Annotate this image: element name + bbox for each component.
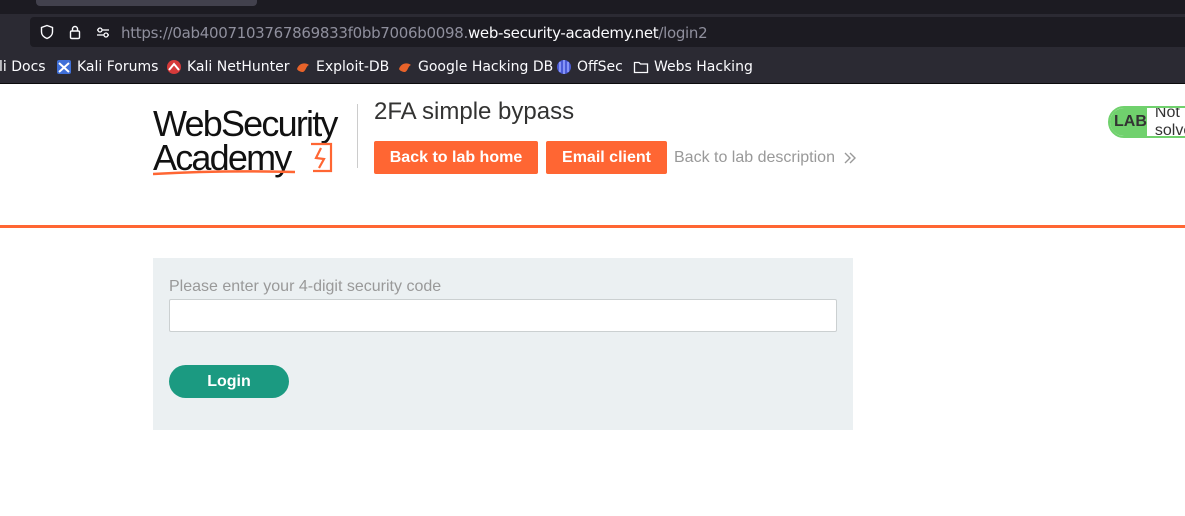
header-rule — [0, 225, 1185, 228]
lab-title: 2FA simple bypass — [374, 98, 575, 125]
back-to-lab-home-button[interactable]: Back to lab home — [374, 141, 538, 174]
bookmark-google-hacking-db[interactable]: Google Hacking DB — [397, 59, 553, 75]
bookmark-label: Webs Hacking — [654, 59, 753, 75]
folder-icon — [633, 61, 649, 74]
bookmark-folder-webs-hacking[interactable]: Webs Hacking — [633, 59, 753, 75]
address-bar[interactable]: https://0ab4007103767869833f0bb7006b0098… — [30, 17, 1185, 47]
bookmark-label: Exploit-DB — [316, 59, 390, 75]
permissions-icon[interactable] — [95, 24, 111, 40]
browser-tab-strip — [0, 0, 1185, 14]
lab-badge-status: Not solved — [1154, 106, 1185, 138]
back-to-lab-description-label: Back to lab description — [674, 149, 835, 166]
bookmarks-toolbar: li Docs Kali Forums Kali NetHunter Explo… — [0, 50, 1185, 84]
web-security-academy-logo[interactable]: WebSecurity Academy — [153, 104, 358, 178]
url-text[interactable]: https://0ab4007103767869833f0bb7006b0098… — [121, 24, 708, 42]
lab-badge-label: LAB — [1110, 108, 1147, 136]
bookmark-offsec[interactable]: OffSec — [556, 59, 623, 75]
url-domain: web-security-academy.net — [467, 24, 659, 42]
bookmark-label: Kali NetHunter — [187, 59, 290, 75]
url-prefix: https://0ab4007103767869833f0bb7006b0098… — [121, 24, 468, 42]
lock-icon[interactable] — [67, 24, 83, 40]
login-button[interactable]: Login — [169, 365, 289, 398]
bookmark-label: OffSec — [577, 59, 623, 75]
tracking-protection-shield-icon[interactable] — [39, 24, 55, 40]
security-code-input[interactable] — [169, 299, 837, 332]
exploit-db-icon — [297, 63, 309, 72]
double-chevron-right-icon — [844, 152, 856, 164]
back-to-lab-description-link[interactable]: Back to lab description — [674, 149, 857, 167]
bookmark-label: li Docs — [0, 59, 46, 75]
security-code-form: Please enter your 4-digit security code … — [153, 258, 853, 430]
bookmark-kali-nethunter[interactable]: Kali NetHunter — [166, 59, 289, 75]
browser-tab[interactable] — [36, 0, 257, 6]
bookmark-label: Kali Forums — [77, 59, 159, 75]
ghdb-icon — [399, 63, 411, 72]
lab-status-badge: LAB Not solved — [1108, 106, 1185, 138]
header-divider — [357, 104, 358, 168]
browser-toolbar: https://0ab4007103767869833f0bb7006b0098… — [0, 14, 1185, 50]
logo-lightning-icon — [153, 142, 333, 176]
url-path: /login2 — [658, 24, 708, 42]
page-content: WebSecurity Academy 2FA simple bypass Ba… — [0, 84, 1185, 516]
bookmark-kali-forums[interactable]: Kali Forums — [56, 59, 158, 75]
bookmark-kali-docs[interactable]: li Docs — [0, 59, 46, 75]
kali-forums-icon — [57, 60, 71, 74]
security-code-label: Please enter your 4-digit security code — [169, 278, 442, 295]
email-client-button[interactable]: Email client — [546, 141, 667, 174]
bookmark-label: Google Hacking DB — [418, 59, 554, 75]
bookmark-exploit-db[interactable]: Exploit-DB — [295, 59, 389, 75]
kali-nethunter-icon — [167, 60, 181, 74]
offsec-icon — [557, 60, 571, 74]
